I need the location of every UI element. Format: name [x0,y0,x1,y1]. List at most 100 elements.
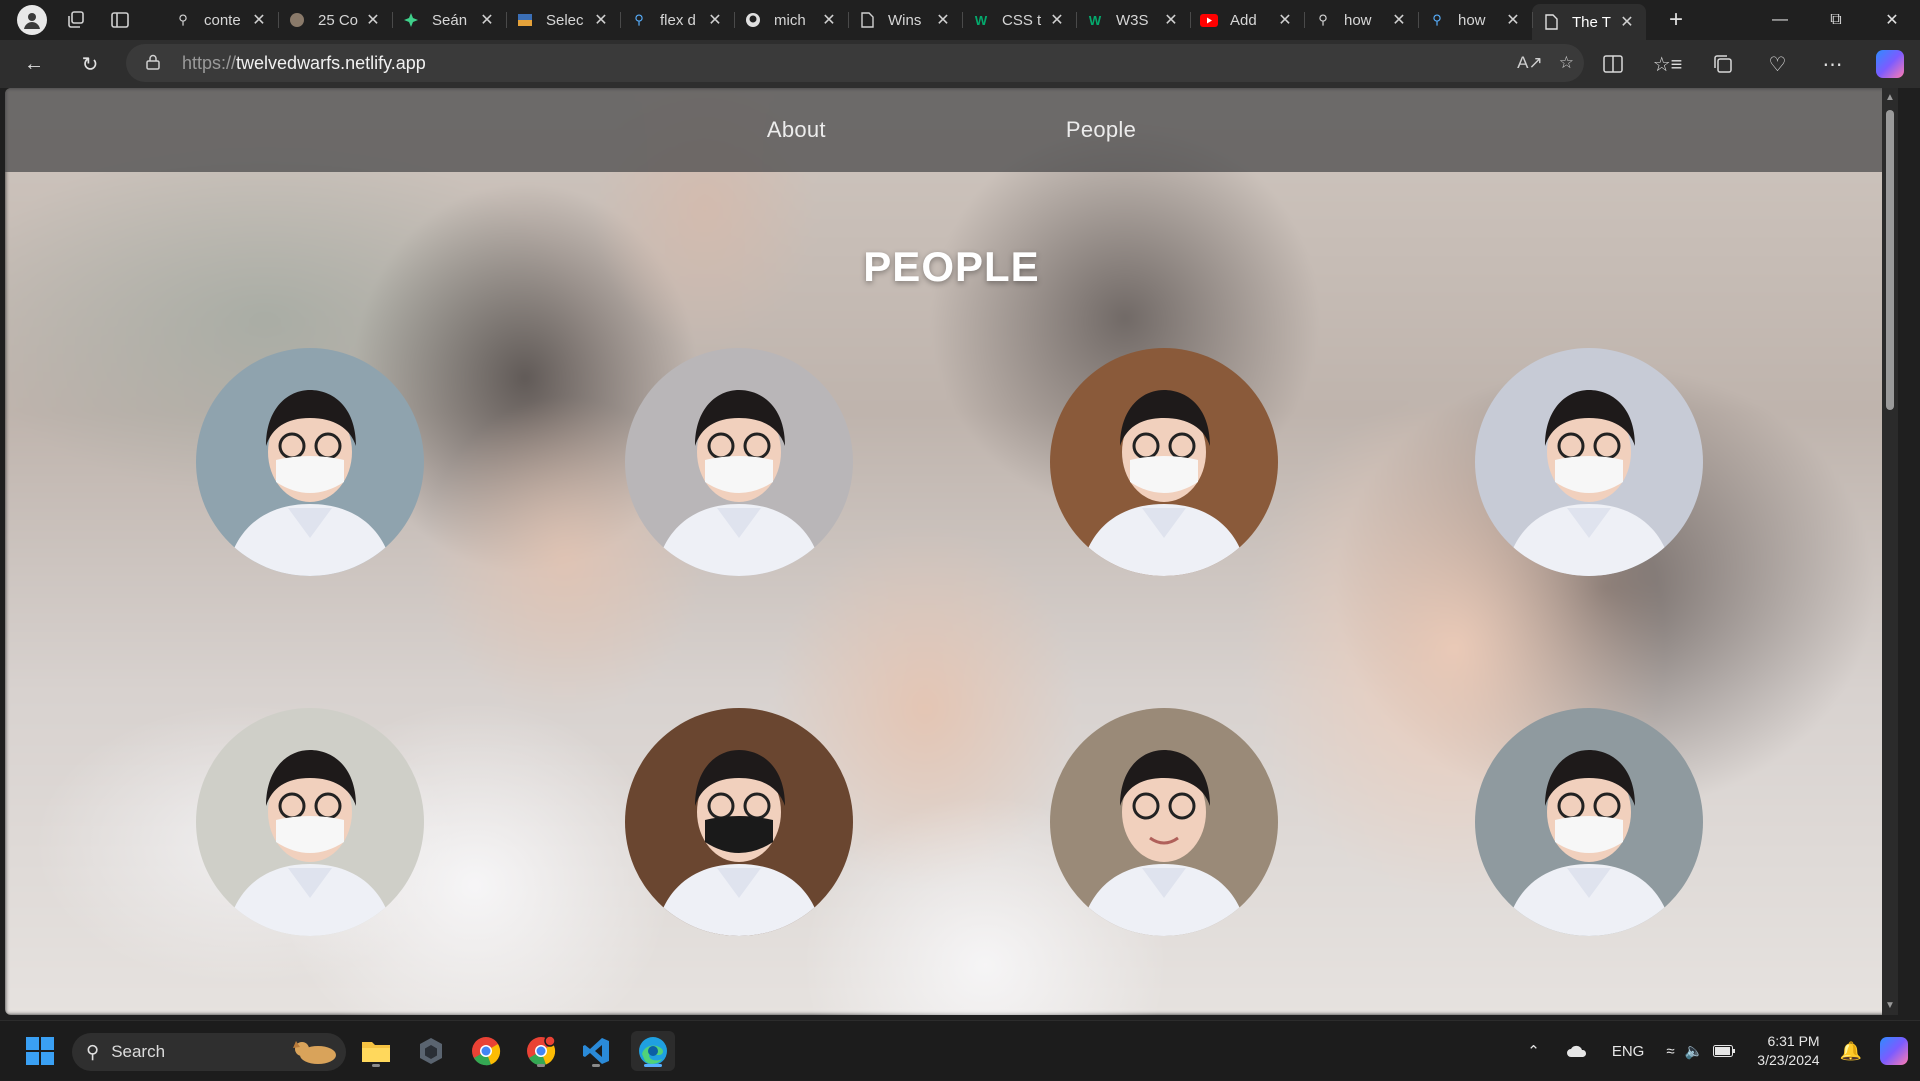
minimize-icon: — [1772,11,1788,28]
performance-button[interactable]: ♡ [1750,46,1805,82]
close-tab-icon[interactable]: ✕ [250,10,268,30]
tab-0[interactable]: ⚲ conte ✕ [164,4,278,36]
nav-people-link[interactable]: People [1066,117,1136,143]
chrome-icon [472,1037,501,1066]
favorites-button[interactable]: ☆≡ [1640,46,1695,82]
person-portrait[interactable] [196,348,424,576]
profile-avatar-icon [17,5,47,35]
tab-5[interactable]: mich ✕ [734,4,848,36]
person-portrait[interactable] [196,708,424,936]
vertical-tabs-button[interactable] [98,4,142,36]
tab-title: The T [1572,13,1611,31]
tab-12-active[interactable]: The T ✕ [1532,4,1646,40]
tab-1[interactable]: 25 Co ✕ [278,4,392,36]
language-indicator[interactable]: ENG [1612,1043,1645,1060]
tab-9[interactable]: Add ✕ [1190,4,1304,36]
clock-time: 6:31 PM [1767,1033,1820,1049]
close-tab-icon[interactable]: ✕ [1504,10,1522,30]
close-window-button[interactable]: ✕ [1864,0,1920,40]
restore-button[interactable]: ⧉ [1808,0,1864,40]
close-tab-icon[interactable]: ✕ [1162,10,1180,30]
more-icon: ⋯ [1822,53,1843,76]
person-portrait[interactable] [1050,708,1278,936]
more-button[interactable]: ⋯ [1805,46,1860,82]
page-scrollbar[interactable]: ▲ ▼ [1882,88,1898,1015]
person-portrait[interactable] [1050,348,1278,576]
tab-8[interactable]: W W3S ✕ [1076,4,1190,36]
copilot-icon[interactable] [1880,1037,1908,1065]
workspaces-button[interactable] [54,4,98,36]
toolbar-right: ☆≡ ♡ ⋯ [1585,40,1920,88]
chrome-profile-app[interactable] [521,1031,561,1071]
chrome-app[interactable] [466,1031,506,1071]
close-tab-icon[interactable]: ✕ [1618,12,1636,32]
tab-title: Selec [546,11,584,29]
person-portrait[interactable] [625,708,853,936]
tab-title: CSS t [1002,11,1042,29]
volume-icon[interactable]: 🔈 [1685,1042,1704,1060]
split-screen-button[interactable] [1585,46,1640,82]
scroll-down-icon[interactable]: ▼ [1885,1000,1895,1011]
tab-2[interactable]: Seán ✕ [392,4,506,36]
refresh-button[interactable]: ↻ [70,46,110,82]
person-portrait[interactable] [1475,708,1703,936]
notification-bell-icon[interactable]: 🔔 [1840,1041,1862,1062]
browser-tab-strip: ⚲ conte ✕ 25 Co ✕ Seán ✕ Selec ✕ ⚲ flex d ✕ mic… [0,0,1920,40]
read-aloud-icon[interactable]: A↗ [1517,53,1543,73]
address-bar[interactable]: https://twelvedwarfs.netlify.app A↗ ☆ [126,44,1584,82]
chevron-up-icon[interactable]: ⌃ [1527,1042,1540,1060]
app-icon-generic[interactable] [411,1031,451,1071]
nav-about-link[interactable]: About [767,117,826,143]
file-explorer-app[interactable] [356,1031,396,1071]
tab-7[interactable]: W CSS t ✕ [962,4,1076,36]
profile-button[interactable] [10,4,54,36]
close-tab-icon[interactable]: ✕ [592,10,610,30]
tab-11[interactable]: ⚲ how ✕ [1418,4,1532,36]
tab-title: how [1458,11,1486,29]
tab-3[interactable]: Selec ✕ [506,4,620,36]
close-tab-icon[interactable]: ✕ [478,10,496,30]
close-tab-icon[interactable]: ✕ [1048,10,1066,30]
folder-icon [362,1042,390,1062]
minimize-button[interactable]: — [1752,0,1808,40]
window-controls: — ⧉ ✕ [1752,0,1920,40]
tab-title: flex d [660,11,696,29]
scroll-up-icon[interactable]: ▲ [1885,92,1895,103]
close-icon: ✕ [1885,12,1899,29]
tab-title: how [1344,11,1372,29]
battery-icon[interactable] [1713,1045,1736,1057]
clock[interactable]: 6:31 PM 3/23/2024 [1757,1032,1819,1070]
close-tab-icon[interactable]: ✕ [1390,10,1408,30]
person-portrait[interactable] [1475,348,1703,576]
close-tab-icon[interactable]: ✕ [706,10,724,30]
vscode-app[interactable] [576,1031,616,1071]
onedrive-cloud-icon[interactable] [1566,1044,1588,1058]
new-tab-button[interactable]: + [1656,4,1696,36]
portrait-photo [196,708,424,936]
tab-title: Wins [888,11,922,29]
back-button[interactable]: ← [14,46,54,82]
collections-button[interactable] [1695,46,1750,82]
copilot-button[interactable] [1860,46,1920,82]
edge-app[interactable] [631,1031,675,1071]
person-portrait[interactable] [625,348,853,576]
wifi-icon[interactable]: ≈ [1666,1043,1674,1060]
scrollbar-thumb[interactable] [1886,110,1894,410]
tab-4[interactable]: ⚲ flex d ✕ [620,4,734,36]
taskbar-search[interactable]: ⚲ Search [72,1033,346,1071]
close-tab-icon[interactable]: ✕ [1276,10,1294,30]
windows-taskbar: ⚲ Search ⌃ ENG ≈ 🔈 6:31 PM 3/23/2024 🔔 [0,1020,1920,1080]
omnibox-actions: A↗ ☆ [1517,44,1574,82]
arrow-left-icon: ← [24,52,44,75]
tab-6[interactable]: Wins ✕ [848,4,962,36]
close-tab-icon[interactable]: ✕ [820,10,838,30]
system-tray: ⌃ ENG ≈ 🔈 6:31 PM 3/23/2024 🔔 [1527,1021,1920,1081]
workspaces-icon [68,11,84,28]
favorite-star-icon[interactable]: ☆ [1559,53,1574,73]
portrait-photo [1050,348,1278,576]
close-tab-icon[interactable]: ✕ [934,10,952,30]
github-icon [744,11,762,29]
close-tab-icon[interactable]: ✕ [364,10,382,30]
start-button[interactable] [20,1031,60,1071]
tab-10[interactable]: ⚲ how ✕ [1304,4,1418,36]
